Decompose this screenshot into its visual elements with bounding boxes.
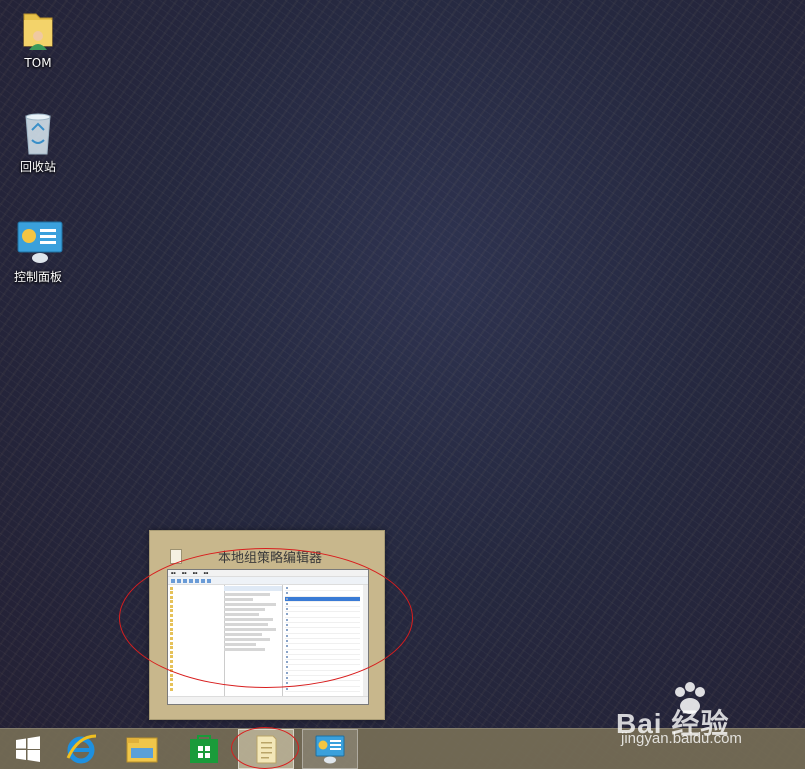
taskbar-file-explorer[interactable] [114,729,170,769]
preview-window-title: 本地组策略编辑器 [218,551,323,566]
desktop-icon-label: 控制面板 [13,270,62,284]
recycle-bin-icon [16,110,60,155]
taskbar-internet-explorer[interactable] [53,729,109,769]
thumb-toolbar [168,577,368,585]
start-button[interactable] [0,729,56,769]
taskbar-store[interactable] [176,729,232,769]
thumb-scrollbar [363,585,368,696]
desktop-icon-label: 回收站 [19,160,56,174]
thumb-menubar: ▪▪ ▪▪ ▪▪ ▪▪ [168,570,368,577]
control-panel-icon [16,220,63,264]
folder-icon [126,737,158,763]
desktop-icon-control-panel[interactable]: 控制面板 [0,220,76,285]
control-panel-icon [315,735,345,764]
baidu-jingyan-watermark: Bai 经验 jingyan.baidu.com [612,682,802,752]
taskbar-group-policy-editor[interactable] [238,729,294,769]
desktop-icon-label: TOM [24,56,52,70]
thumb-tree-pane [168,585,225,696]
thumb-description-pane [222,585,284,696]
taskbar-control-panel[interactable] [302,729,358,769]
watermark-url: jingyan.baidu.com [621,730,742,747]
taskbar-thumbnail-preview[interactable]: 本地组策略编辑器 ▪▪ ▪▪ ▪▪ ▪▪ [149,530,385,720]
store-icon [190,735,218,763]
desktop-icon-recycle-bin[interactable]: 回收站 [0,110,76,175]
user-folder-icon [16,8,60,52]
desktop-icon-tom[interactable]: TOM [0,8,76,70]
preview-window-thumbnail[interactable]: ▪▪ ▪▪ ▪▪ ▪▪ [167,569,369,705]
windows-logo-icon [16,736,40,762]
notepad-icon [170,549,182,564]
thumb-statusbar [168,696,368,704]
policy-doc-icon [256,735,277,764]
ie-icon [66,734,97,764]
thumb-settings-list [282,585,362,696]
